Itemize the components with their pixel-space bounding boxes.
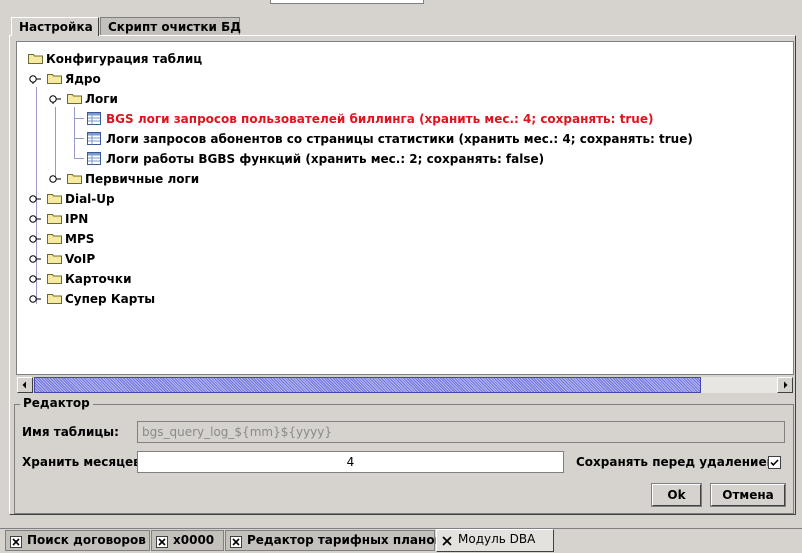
checkmark-icon — [770, 459, 779, 467]
expand-handle-icon[interactable] — [29, 74, 43, 84]
tab-settings-label: Настройка — [19, 20, 93, 34]
tree-node-root-label: Конфигурация таблиц — [46, 52, 203, 66]
tree-node-logs-label: Логи — [85, 92, 118, 106]
scroll-thumb[interactable] — [34, 377, 701, 393]
close-icon[interactable] — [230, 536, 242, 548]
top-input-edge — [270, 0, 424, 4]
arrow-left-icon — [22, 381, 26, 389]
tree-node-module-label: Карточки — [65, 272, 132, 286]
folder-icon — [47, 293, 62, 304]
months-label: Хранить месяцев: — [22, 455, 146, 469]
expand-handle-icon[interactable] — [29, 274, 43, 284]
scroll-track[interactable] — [701, 377, 777, 393]
cancel-button[interactable]: Отмена — [710, 483, 786, 507]
tree-horizontal-scrollbar[interactable] — [17, 377, 793, 393]
bottom-tab-label: Модуль DBA — [458, 532, 536, 546]
table-icon — [87, 152, 101, 165]
tree-line — [74, 158, 84, 159]
folder-icon — [47, 213, 62, 224]
tab-settings[interactable]: Настройка — [11, 17, 99, 36]
table-icon — [87, 112, 101, 125]
tree-node-module-label: IPN — [65, 212, 89, 226]
table-name-field: bgs_query_log_${mm}${yyyy} — [137, 421, 785, 443]
tree-node-log-item-label: Логи запросов абонентов со страницы стат… — [106, 132, 693, 146]
editor-group-title: Редактор — [20, 396, 93, 410]
expand-handle-icon[interactable] — [29, 194, 43, 204]
folder-icon — [28, 53, 43, 64]
tree-node-module-label: Dial-Up — [65, 192, 115, 206]
ok-button[interactable]: Ok — [651, 483, 702, 507]
save-before-delete-label: Сохранять перед удалением: — [576, 455, 782, 469]
folder-icon — [67, 173, 82, 184]
tree-line — [55, 107, 56, 179]
bottom-tab-contract-search[interactable]: Поиск договоров — [5, 530, 150, 551]
tree-line — [74, 107, 75, 159]
folder-icon — [47, 73, 62, 84]
close-icon[interactable] — [10, 536, 22, 548]
expand-handle-icon[interactable] — [49, 174, 63, 184]
folder-icon — [47, 253, 62, 264]
close-icon[interactable] — [441, 535, 453, 547]
folder-icon — [47, 233, 62, 244]
close-icon[interactable] — [156, 536, 168, 548]
bottom-tab-label: x0000 — [173, 533, 215, 547]
bottom-tab-label: Поиск договоров — [27, 533, 146, 547]
folder-icon — [47, 193, 62, 204]
table-config-tree[interactable]: Конфигурация таблиц Ядро Логи BGS логи з… — [16, 41, 794, 375]
expand-handle-icon[interactable] — [49, 94, 63, 104]
scroll-right-button[interactable] — [777, 377, 793, 393]
tab-db-cleanup-script-label: Скрипт очистки БД — [108, 20, 241, 34]
expand-handle-icon[interactable] — [29, 254, 43, 264]
tree-node-core-label: Ядро — [65, 72, 101, 86]
months-field[interactable]: 4 — [137, 451, 564, 473]
expand-handle-icon[interactable] — [29, 234, 43, 244]
tree-node-module-label: Супер Карты — [65, 292, 156, 306]
expand-handle-icon[interactable] — [29, 214, 43, 224]
bottom-tab-x0000[interactable]: x0000 — [151, 530, 224, 551]
tree-line — [74, 118, 84, 119]
table-icon — [87, 132, 101, 145]
tab-db-cleanup-script[interactable]: Скрипт очистки БД — [100, 17, 241, 36]
tree-node-module-label: MPS — [65, 232, 95, 246]
save-before-delete-checkbox[interactable] — [768, 456, 781, 469]
tree-node-log-item-label: BGS логи запросов пользователей биллинга… — [106, 112, 654, 126]
folder-icon — [47, 273, 62, 284]
bottom-tab-label: Редактор тарифных планов — [247, 533, 443, 547]
bottom-tab-tariff-editor[interactable]: Редактор тарифных планов — [225, 530, 442, 551]
tree-node-log-item-label: Логи работы BGBS функций (хранить мес.: … — [106, 152, 545, 166]
scroll-left-button[interactable] — [17, 377, 33, 393]
tree-line — [74, 138, 84, 139]
arrow-right-icon — [784, 381, 788, 389]
tree-node-primary-logs-label: Первичные логи — [85, 172, 200, 186]
table-name-label: Имя таблицы: — [22, 425, 119, 439]
bottom-tab-dba-module[interactable]: Модуль DBA — [436, 529, 554, 552]
expand-handle-icon[interactable] — [29, 294, 43, 304]
folder-icon — [67, 93, 82, 104]
tree-node-module-label: VoIP — [65, 252, 96, 266]
